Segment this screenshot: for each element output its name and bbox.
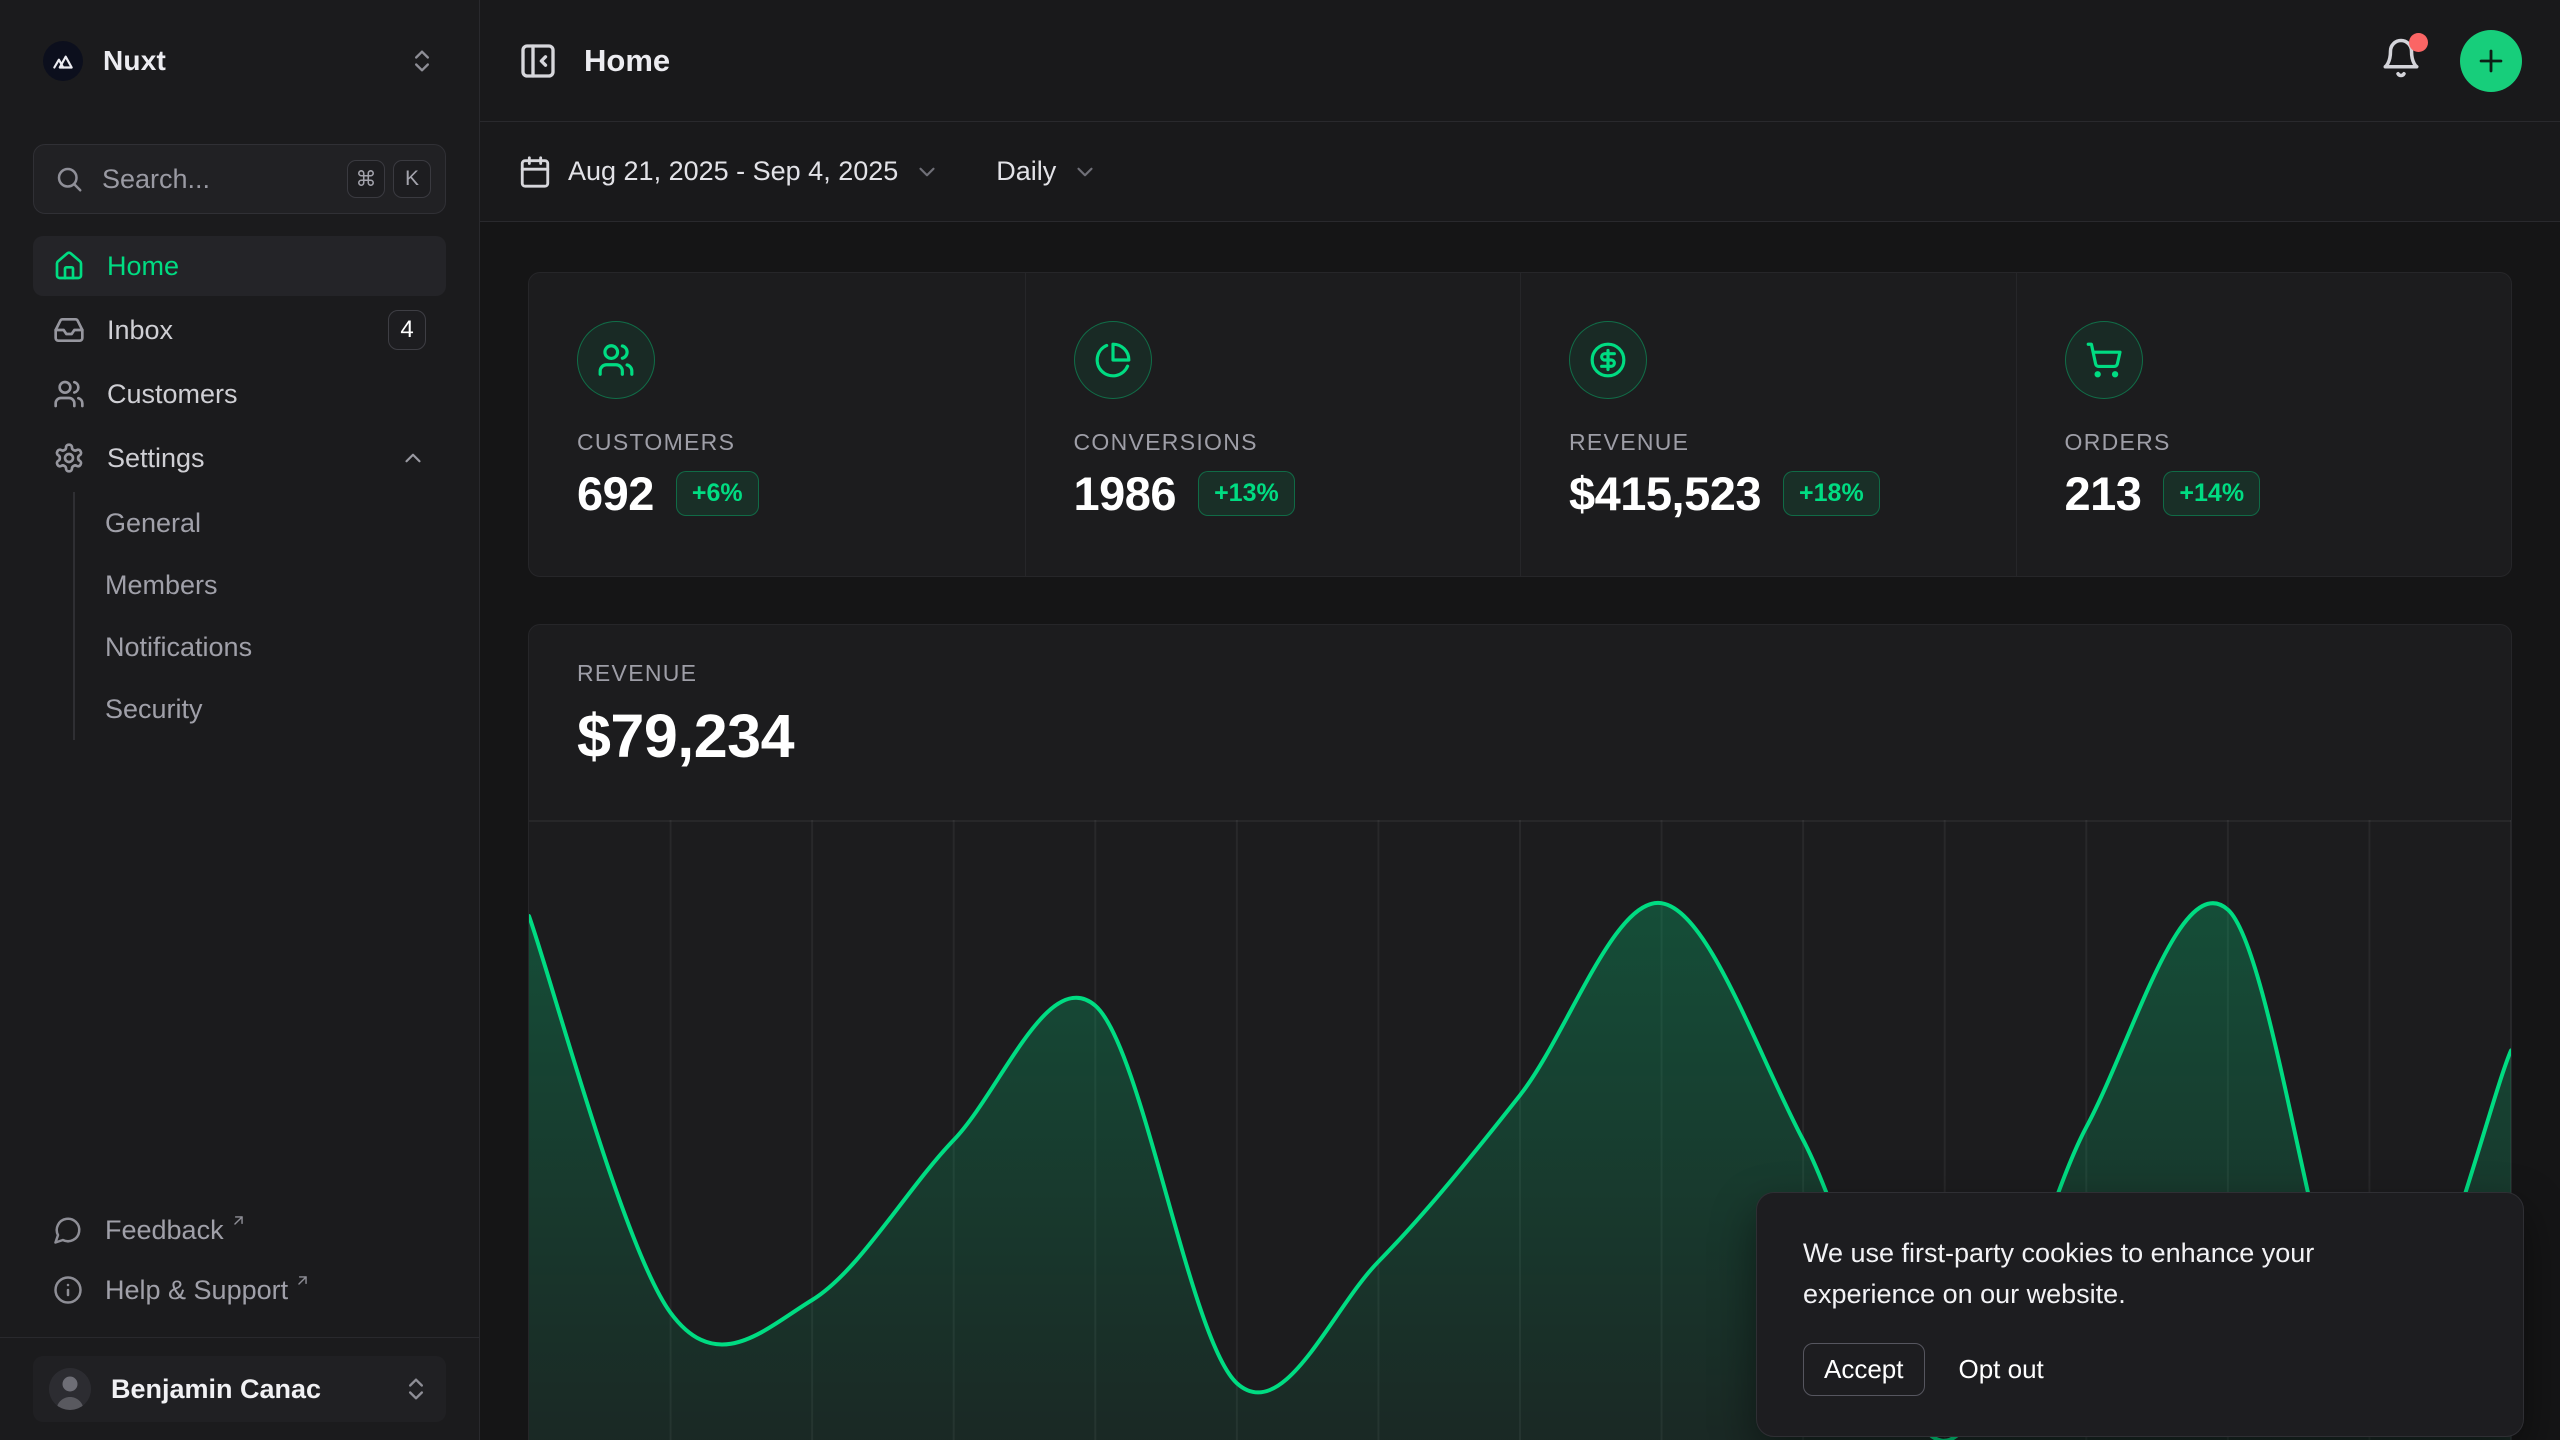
stat-label: CONVERSIONS xyxy=(1074,429,1473,456)
inbox-icon xyxy=(53,314,85,346)
add-button[interactable] xyxy=(2460,30,2522,92)
avatar xyxy=(49,1368,91,1410)
calendar-icon xyxy=(518,155,552,189)
collapse-sidebar-icon[interactable] xyxy=(518,41,558,81)
inbox-count-badge: 4 xyxy=(388,310,426,350)
stat-value: 692 xyxy=(577,466,654,521)
cookie-banner: We use first-party cookies to enhance yo… xyxy=(1756,1192,2524,1437)
sidebar-item-feedback[interactable]: Feedback xyxy=(33,1201,446,1259)
date-range-picker[interactable]: Aug 21, 2025 - Sep 4, 2025 xyxy=(518,155,940,189)
stat-value: $415,523 xyxy=(1569,466,1761,521)
chart-title: REVENUE xyxy=(577,660,2463,687)
stat-conversions[interactable]: CONVERSIONS 1986 +13% xyxy=(1025,273,1521,576)
app-window: Nuxt Search... ⌘ K Home xyxy=(0,0,2560,1440)
stat-label: ORDERS xyxy=(2065,429,2464,456)
user-menu[interactable]: Benjamin Canac xyxy=(33,1356,446,1422)
stat-delta-badge: +14% xyxy=(2163,471,2260,516)
users-icon xyxy=(53,378,85,410)
sidebar-item-help-support[interactable]: Help & Support xyxy=(33,1261,446,1319)
subnav-label: Members xyxy=(105,570,218,601)
settings-subnav: General Members Notifications Security xyxy=(73,492,446,740)
page-title: Home xyxy=(584,43,670,79)
sidebar-item-notifications[interactable]: Notifications xyxy=(75,616,446,678)
external-link-icon xyxy=(230,1212,247,1229)
chevron-up-icon xyxy=(400,445,426,471)
sidebar-item-home[interactable]: Home xyxy=(33,236,446,296)
workspace-switcher[interactable]: Nuxt xyxy=(33,24,446,98)
chevron-down-icon xyxy=(914,159,940,185)
users-icon xyxy=(577,321,655,399)
sidebar-divider xyxy=(0,1337,479,1338)
stat-delta-badge: +18% xyxy=(1783,471,1880,516)
subnav-label: Notifications xyxy=(105,632,252,663)
shopping-cart-icon xyxy=(2065,321,2143,399)
stat-customers[interactable]: CUSTOMERS 692 +6% xyxy=(529,273,1025,576)
sidebar-nav: Home Inbox 4 xyxy=(33,236,446,740)
notification-dot xyxy=(2409,33,2428,52)
period-label: Daily xyxy=(996,156,1056,187)
sidebar-item-general[interactable]: General xyxy=(75,492,446,554)
gear-icon xyxy=(53,442,85,474)
sidebar-item-label: Customers xyxy=(107,379,238,410)
circle-dollar-icon xyxy=(1569,321,1647,399)
kbd-k: K xyxy=(393,160,431,198)
optout-cookies-button[interactable]: Opt out xyxy=(1959,1354,2044,1385)
subnav-label: Security xyxy=(105,694,203,725)
sidebar-item-inbox[interactable]: Inbox 4 xyxy=(33,300,446,360)
sidebar-item-customers[interactable]: Customers xyxy=(33,364,446,424)
search-icon xyxy=(54,164,84,194)
search-input[interactable]: Search... ⌘ K xyxy=(33,144,446,214)
stat-value: 213 xyxy=(2065,466,2142,521)
sidebar-item-security[interactable]: Security xyxy=(75,678,446,740)
nuxt-logo-icon xyxy=(43,41,83,81)
chevrons-up-down-icon xyxy=(402,1375,430,1403)
user-name: Benjamin Canac xyxy=(111,1374,402,1405)
stat-delta-badge: +6% xyxy=(676,471,759,516)
accept-cookies-button[interactable]: Accept xyxy=(1803,1343,1925,1396)
message-bubble-icon xyxy=(53,1215,83,1245)
stat-value: 1986 xyxy=(1074,466,1177,521)
sidebar-item-label: Settings xyxy=(107,443,205,474)
workspace-name: Nuxt xyxy=(103,45,408,77)
stat-label: REVENUE xyxy=(1569,429,1968,456)
notifications-button[interactable] xyxy=(2380,37,2422,84)
footer-item-label: Feedback xyxy=(105,1215,224,1246)
sidebar-footer: Feedback Help & Support xyxy=(33,1201,446,1422)
home-icon xyxy=(53,250,85,282)
subnav-label: General xyxy=(105,508,201,539)
stats-row: CUSTOMERS 692 +6% CONVERSIONS 1986 xyxy=(528,272,2512,577)
stat-revenue[interactable]: REVENUE $415,523 +18% xyxy=(1520,273,2016,576)
chevrons-up-down-icon[interactable] xyxy=(408,47,436,75)
footer-item-label: Help & Support xyxy=(105,1275,288,1306)
sidebar-item-members[interactable]: Members xyxy=(75,554,446,616)
sidebar-item-settings[interactable]: Settings xyxy=(33,428,446,488)
cookie-message: We use first-party cookies to enhance yo… xyxy=(1803,1233,2443,1315)
period-select[interactable]: Daily xyxy=(996,156,1098,187)
stat-delta-badge: +13% xyxy=(1198,471,1295,516)
chart-total-value: $79,234 xyxy=(577,701,2463,771)
chart-pie-icon xyxy=(1074,321,1152,399)
chevron-down-icon xyxy=(1072,159,1098,185)
sidebar: Nuxt Search... ⌘ K Home xyxy=(0,0,480,1440)
kbd-cmd: ⌘ xyxy=(347,160,385,198)
toolbar: Aug 21, 2025 - Sep 4, 2025 Daily xyxy=(480,122,2560,222)
sidebar-item-label: Inbox xyxy=(107,315,173,346)
header: Home xyxy=(480,0,2560,122)
info-circle-icon xyxy=(53,1275,83,1305)
external-link-icon xyxy=(294,1272,311,1289)
sidebar-item-label: Home xyxy=(107,251,179,282)
date-range-label: Aug 21, 2025 - Sep 4, 2025 xyxy=(568,156,898,187)
search-placeholder: Search... xyxy=(102,164,339,195)
stat-label: CUSTOMERS xyxy=(577,429,977,456)
stat-orders[interactable]: ORDERS 213 +14% xyxy=(2016,273,2512,576)
sidebar-spacer xyxy=(33,740,446,1201)
